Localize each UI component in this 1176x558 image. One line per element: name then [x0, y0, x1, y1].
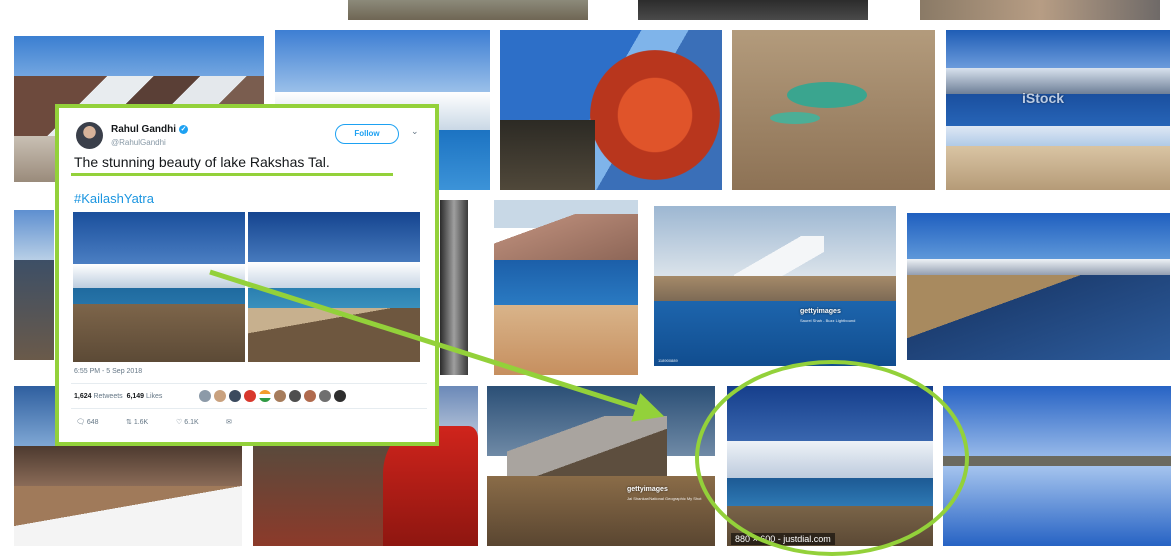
pointer-arrow	[209, 269, 665, 422]
match-highlight-circle	[695, 360, 969, 556]
annotation-overlay	[209, 269, 969, 556]
